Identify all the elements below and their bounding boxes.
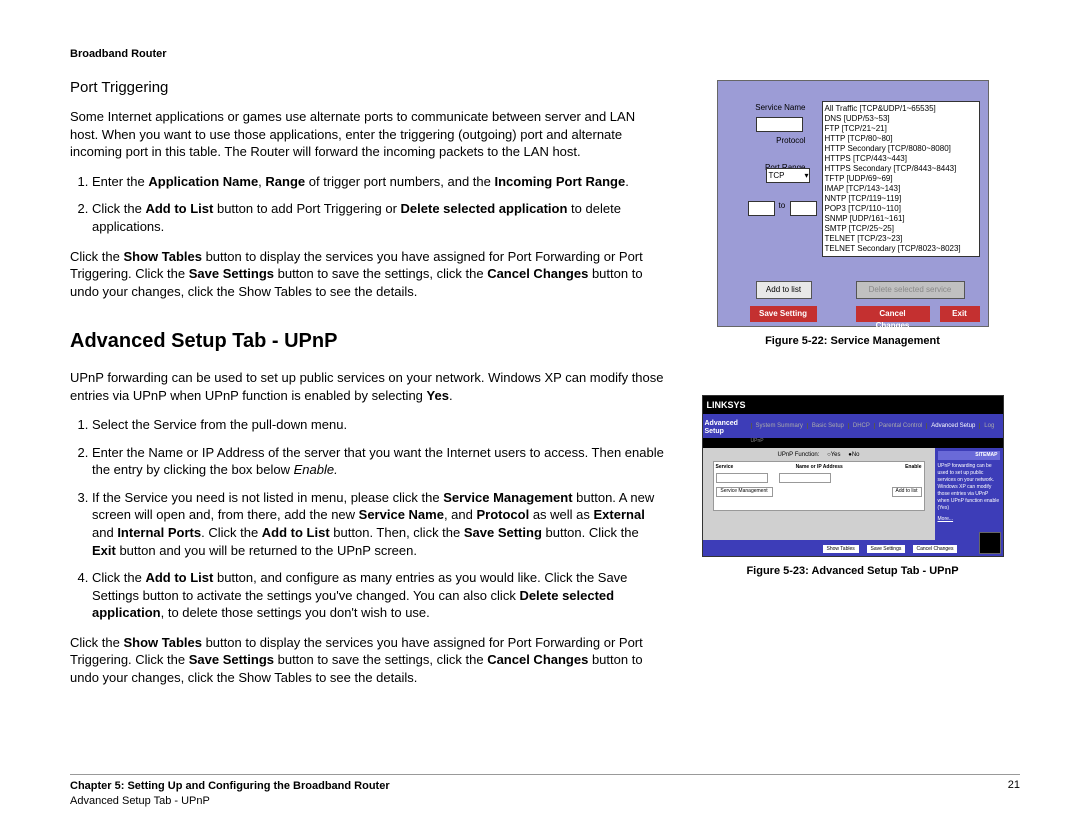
upnp-step-4: Click the Add to List button, and config… bbox=[92, 569, 665, 622]
exit-button[interactable]: Exit bbox=[940, 306, 980, 322]
cisco-logo-icon bbox=[979, 532, 1001, 554]
service-list-item[interactable]: HTTPS Secondary [TCP/8443~8443] bbox=[825, 164, 977, 174]
delete-selected-button[interactable]: Delete selected service bbox=[856, 281, 965, 299]
service-list-item[interactable]: DNS [UDP/53~53] bbox=[825, 114, 977, 124]
upnp-step-1: Select the Service from the pull-down me… bbox=[92, 416, 665, 434]
service-list-item[interactable]: SNMP [UDP/161~161] bbox=[825, 214, 977, 224]
service-list-item[interactable]: HTTP Secondary [TCP/8080~8080] bbox=[825, 144, 977, 154]
nav-label: Advanced Setup bbox=[703, 418, 751, 438]
sitemap-panel: SITEMAP UPnP forwarding can be used to s… bbox=[935, 448, 1003, 540]
add-to-list-button[interactable]: Add to list bbox=[756, 281, 812, 299]
service-list-item[interactable]: NNTP [TCP/119~119] bbox=[825, 194, 977, 204]
pt-step-1: Enter the Application Name, Range of tri… bbox=[92, 173, 665, 191]
port-triggering-heading: Port Triggering bbox=[70, 78, 665, 98]
services-listbox[interactable]: All Traffic [TCP&UDP/1~65535]DNS [UDP/53… bbox=[822, 101, 980, 257]
protocol-select[interactable]: TCP▾ bbox=[766, 168, 810, 183]
save-setting-button[interactable]: Save Setting bbox=[750, 306, 817, 322]
service-list-item[interactable]: HTTPS [TCP/443~443] bbox=[825, 154, 977, 164]
service-list-item[interactable]: IMAP [TCP/143~143] bbox=[825, 184, 977, 194]
to-label: to bbox=[779, 201, 786, 210]
ip-input[interactable] bbox=[779, 473, 831, 483]
figures-column: Service Name Protocol Port Range TCP▾ to… bbox=[685, 78, 1020, 698]
port-triggering-intro: Some Internet applications or games use … bbox=[70, 108, 665, 161]
port-to-input[interactable] bbox=[790, 201, 817, 216]
save-settings-button[interactable]: Save Settings bbox=[867, 545, 906, 553]
figure-5-22-caption: Figure 5-22: Service Management bbox=[765, 335, 940, 347]
label-service-name: Service Name bbox=[726, 103, 806, 112]
service-name-input[interactable] bbox=[756, 117, 803, 132]
footer-chapter: Chapter 5: Setting Up and Configuring th… bbox=[70, 780, 390, 792]
service-list-item[interactable]: TELNET Secondary [TCP/8023~8023] bbox=[825, 244, 977, 254]
service-list-item[interactable]: POP3 [TCP/110~110] bbox=[825, 204, 977, 214]
upnp-step-3: If the Service you need is not listed in… bbox=[92, 489, 665, 559]
tab-log[interactable]: Log bbox=[979, 423, 998, 429]
upnp-main-panel: UPnP Function: ○Yes ●No ServiceName or I… bbox=[703, 448, 935, 540]
figure-5-23-caption: Figure 5-23: Advanced Setup Tab - UPnP bbox=[746, 565, 958, 577]
upnp-intro: UPnP forwarding can be used to set up pu… bbox=[70, 369, 665, 404]
service-list-item[interactable]: SMTP [TCP/25~25] bbox=[825, 224, 977, 234]
port-from-input[interactable] bbox=[748, 201, 775, 216]
main-text-column: Port Triggering Some Internet applicatio… bbox=[70, 78, 665, 698]
cancel-changes-button[interactable]: Cancel Changes bbox=[856, 306, 930, 322]
footer-section: Advanced Setup Tab - UPnP bbox=[70, 794, 390, 808]
service-list-item[interactable]: FTP [TCP/21~21] bbox=[825, 124, 977, 134]
pt-footer-para: Click the Show Tables button to display … bbox=[70, 248, 665, 301]
service-select[interactable] bbox=[716, 473, 768, 483]
figure-5-22-screenshot: Service Name Protocol Port Range TCP▾ to… bbox=[717, 80, 989, 327]
service-list-item[interactable]: TFTP [UDP/69~69] bbox=[825, 174, 977, 184]
cancel-changes-button-2[interactable]: Cancel Changes bbox=[913, 545, 958, 553]
page-footer: Chapter 5: Setting Up and Configuring th… bbox=[70, 774, 1020, 808]
show-tables-button[interactable]: Show Tables bbox=[823, 545, 859, 553]
add-to-list-button-2[interactable]: Add to list bbox=[892, 487, 922, 497]
linksys-brand: LINKSYS bbox=[703, 396, 1003, 414]
pt-step-2: Click the Add to List button to add Port… bbox=[92, 200, 665, 235]
tab-dhcp[interactable]: DHCP bbox=[848, 423, 874, 429]
tab-parental[interactable]: Parental Control bbox=[874, 423, 926, 429]
service-list-item[interactable]: All Traffic [TCP&UDP/1~65535] bbox=[825, 104, 977, 114]
upnp-step-2: Enter the Name or IP Address of the serv… bbox=[92, 444, 665, 479]
service-mgmt-button[interactable]: Service Management bbox=[716, 487, 773, 497]
upnp-footer-para: Click the Show Tables button to display … bbox=[70, 634, 665, 687]
tab-basic-setup[interactable]: Basic Setup bbox=[807, 423, 848, 429]
page-number: 21 bbox=[1008, 779, 1020, 808]
chevron-down-icon: ▾ bbox=[804, 171, 808, 180]
tab-advanced-setup[interactable]: Advanced Setup bbox=[926, 423, 979, 429]
label-protocol: Protocol bbox=[726, 136, 806, 145]
service-list-item[interactable]: TELNET [TCP/23~23] bbox=[825, 234, 977, 244]
upnp-heading: Advanced Setup Tab - UPnP bbox=[70, 328, 665, 355]
service-list-item[interactable]: HTTP [TCP/80~80] bbox=[825, 134, 977, 144]
tab-system-summary[interactable]: System Summary bbox=[751, 423, 807, 429]
figure-5-23-screenshot: LINKSYS Advanced Setup System Summary Ba… bbox=[702, 395, 1004, 557]
doc-header: Broadband Router bbox=[70, 48, 1020, 60]
subnav-upnp[interactable]: UPnP bbox=[703, 438, 1003, 448]
page: Broadband Router Port Triggering Some In… bbox=[0, 0, 1080, 834]
